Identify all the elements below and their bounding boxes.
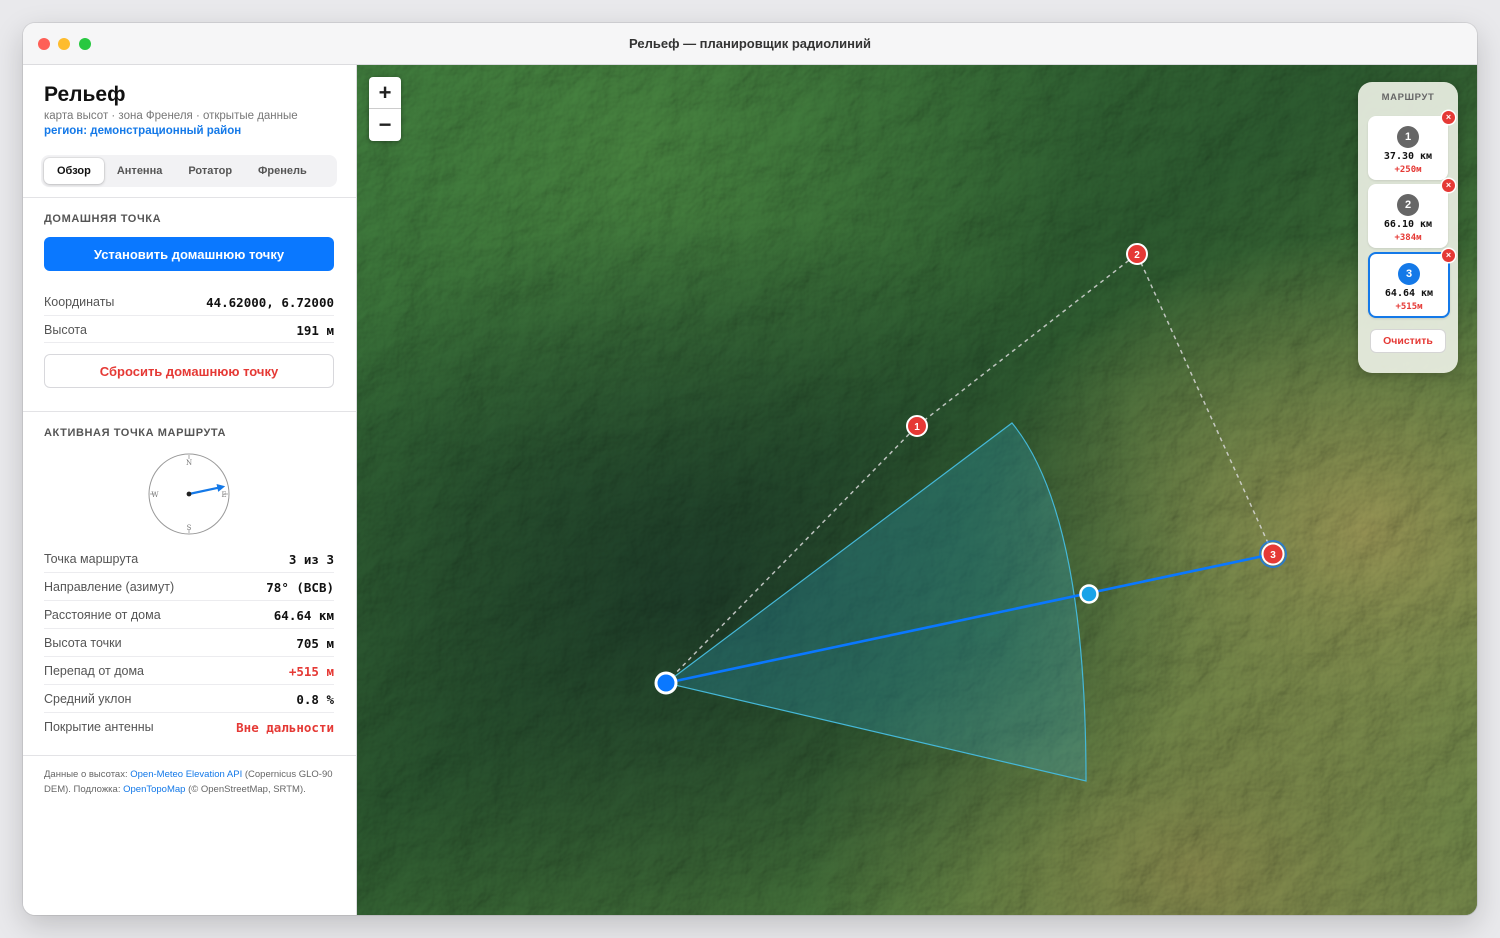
delete-waypoint-icon[interactable]: × xyxy=(1442,111,1455,124)
footer-suffix: (© OpenStreetMap, SRTM). xyxy=(185,784,306,795)
route-item-3[interactable]: 3 64.64 км +515м × xyxy=(1368,249,1455,318)
zoom-out-button[interactable]: − xyxy=(369,109,401,140)
set-home-button[interactable]: Установить домашнюю точку xyxy=(44,237,334,271)
waypoint-label: 1 xyxy=(914,422,920,433)
avg-slope-row: Средний уклон 0.8 % xyxy=(44,684,334,713)
route-item-elevation-diff: +515м xyxy=(1395,302,1423,312)
zoom-control: + − xyxy=(369,77,401,141)
point-elevation-row: Высота точки 705 м xyxy=(44,628,334,657)
route-panel: МАРШРУТ 1 37.30 км +250м × 2 66.10 км +3… xyxy=(1358,82,1458,373)
app-subtitle: карта высот · зона Френеля · открытые да… xyxy=(44,110,298,122)
row-label: Направление (азимут) xyxy=(44,580,175,594)
antenna-coverage-row: Покрытие антенны Вне дальности xyxy=(44,712,334,740)
tabs: Обзор Антенна Ротатор Френель xyxy=(44,158,320,184)
window-title: Рельеф — планировщик радиолиний xyxy=(629,36,871,51)
delete-waypoint-icon[interactable]: × xyxy=(1442,179,1455,192)
row-label: Средний уклон xyxy=(44,692,132,706)
route-item-2[interactable]: 2 66.10 км +384м × xyxy=(1368,179,1455,248)
compass-e: E xyxy=(221,491,226,499)
row-label: Точка маршрута xyxy=(44,552,139,566)
reset-home-button[interactable]: Сбросить домашнюю точку xyxy=(44,354,334,388)
row-label: Высота точки xyxy=(44,636,122,650)
home-marker[interactable] xyxy=(654,671,678,695)
row-label: Покрытие антенны xyxy=(44,720,154,734)
divider xyxy=(23,197,356,198)
row-value: 78° (ВСВ) xyxy=(266,580,334,595)
route-item-number: 2 xyxy=(1397,194,1419,216)
route-item-number: 3 xyxy=(1398,263,1420,285)
row-label: Расстояние от дома xyxy=(44,608,161,622)
titlebar: Рельеф — планировщик радиолиний xyxy=(23,23,1477,65)
home-coordinates-row: Координаты 44.62000, 6.72000 xyxy=(44,287,334,316)
route-panel-title: МАРШРУТ xyxy=(1381,92,1435,103)
delete-waypoint-icon[interactable]: × xyxy=(1442,249,1455,262)
row-label: Координаты xyxy=(44,295,115,309)
tab-rotator[interactable]: Ротатор xyxy=(175,158,245,184)
row-label: Перепад от дома xyxy=(44,664,144,678)
row-value: +515 м xyxy=(288,664,334,679)
waypoint-marker-2[interactable]: 2 xyxy=(1126,243,1148,265)
waypoint-label: 3 xyxy=(1270,550,1276,561)
distance-row: Расстояние от дома 64.64 км xyxy=(44,600,334,629)
attribution-footer: Данные о высотах: Open-Meteo Elevation A… xyxy=(44,767,339,797)
route-item-distance: 37.30 км xyxy=(1383,151,1433,162)
route-item-elevation-diff: +384м xyxy=(1394,233,1422,243)
route-item-number: 1 xyxy=(1397,126,1419,148)
home-elevation-row: Высота 191 м xyxy=(44,315,334,343)
active-section-title: АКТИВНАЯ ТОЧКА МАРШРУТА xyxy=(44,427,227,439)
app-brand: Рельеф xyxy=(44,83,126,106)
sidebar: Рельеф карта высот · зона Френеля · откр… xyxy=(23,65,357,915)
waypoint-label: 2 xyxy=(1134,250,1140,261)
fresnel-midpoint-marker[interactable] xyxy=(1079,584,1099,604)
row-value: Вне дальности xyxy=(236,720,334,735)
compass-n: N xyxy=(186,459,192,467)
zoom-in-button[interactable]: + xyxy=(369,77,401,109)
waypoint-index-row: Точка маршрута 3 из 3 xyxy=(44,544,334,573)
row-value: 191 м xyxy=(296,323,334,338)
row-value: 44.62000, 6.72000 xyxy=(206,295,334,310)
elevation-diff-row: Перепад от дома +515 м xyxy=(44,656,334,685)
route-item-1[interactable]: 1 37.30 км +250м × xyxy=(1368,111,1455,180)
divider xyxy=(23,755,356,756)
footer-prefix: Данные о высотах: xyxy=(44,769,131,780)
opentopomap-link[interactable]: OpenTopoMap xyxy=(123,784,185,795)
compass-icon: N E S W xyxy=(148,453,230,535)
compass-s: S xyxy=(187,524,192,532)
row-label: Высота xyxy=(44,323,87,337)
waypoint-marker-3[interactable]: 3 xyxy=(1259,540,1287,568)
row-value: 0.8 % xyxy=(296,692,334,707)
divider xyxy=(23,411,356,412)
terrain-map[interactable]: 1 2 3 + − МАРШРУТ 1 37.30 км +250м × 2 6… xyxy=(357,65,1477,915)
azimuth-row: Направление (азимут) 78° (ВСВ) xyxy=(44,572,334,601)
home-section-title: ДОМАШНЯЯ ТОЧКА xyxy=(44,213,162,225)
row-value: 3 из 3 xyxy=(288,552,334,567)
tab-fresnel[interactable]: Френель xyxy=(245,158,320,184)
row-value: 64.64 км xyxy=(273,608,334,623)
clear-route-button[interactable]: Очистить xyxy=(1370,329,1446,353)
divider xyxy=(44,342,334,343)
tab-overview[interactable]: Обзор xyxy=(44,158,104,184)
map-canvas[interactable]: 1 2 3 xyxy=(357,65,1477,915)
route-item-elevation-diff: +250м xyxy=(1394,165,1422,175)
route-item-distance: 64.64 км xyxy=(1384,288,1434,299)
app-window: Рельеф — планировщик радиолиний Рельеф к… xyxy=(23,23,1477,915)
region-label: регион: демонстрационный район xyxy=(44,125,242,137)
waypoint-marker-1[interactable]: 1 xyxy=(906,415,928,437)
tab-antenna[interactable]: Антенна xyxy=(104,158,176,184)
open-meteo-link[interactable]: Open-Meteo Elevation API xyxy=(130,769,242,780)
compass-w: W xyxy=(151,491,159,499)
row-value: 705 м xyxy=(296,636,334,651)
route-item-distance: 66.10 км xyxy=(1383,219,1433,230)
